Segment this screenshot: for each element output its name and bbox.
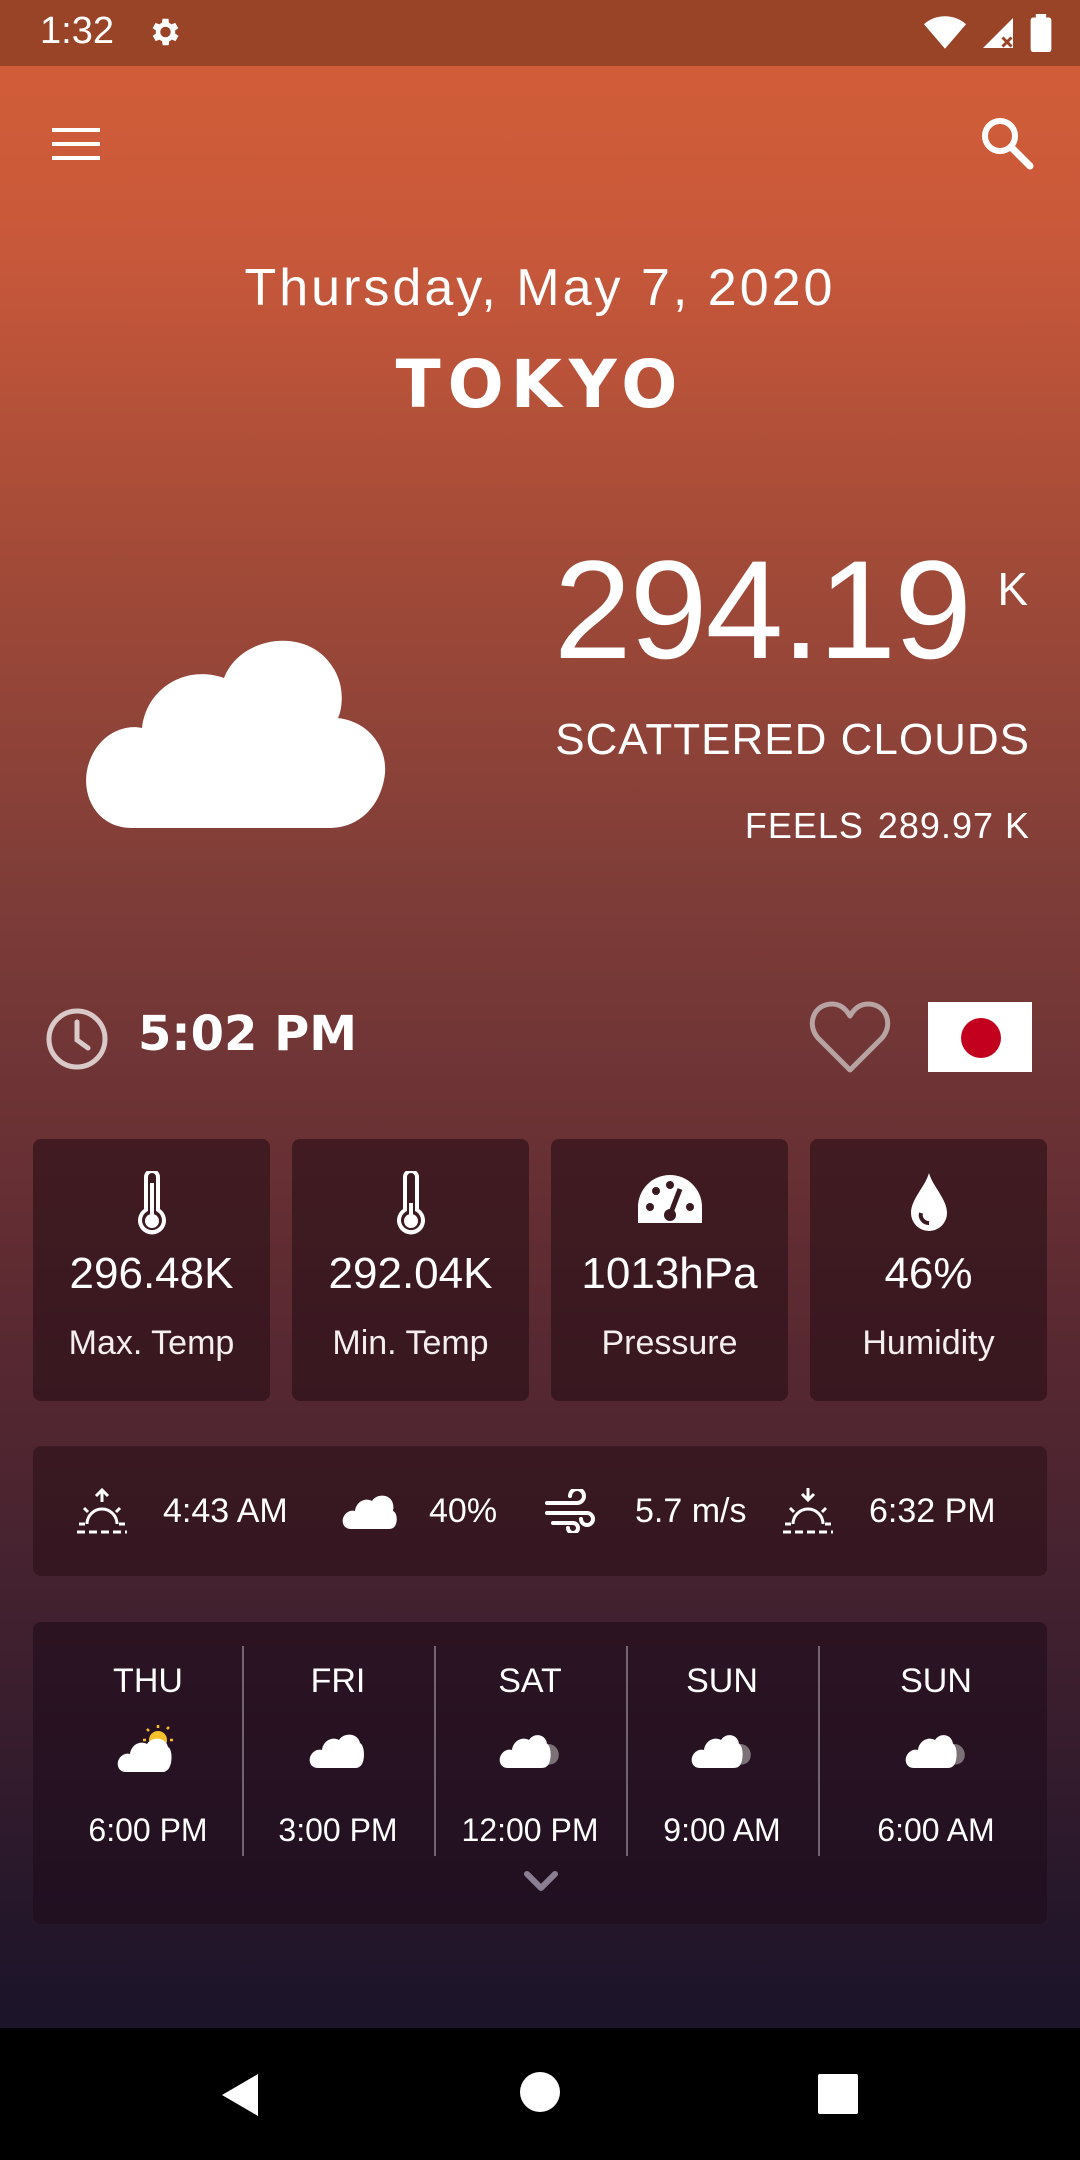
cloud-icon (342, 1495, 397, 1529)
stat-min-temp: 292.04K Min. Temp (292, 1139, 529, 1401)
forecast-time: 6:00 AM (877, 1812, 995, 1848)
date-label: Thursday, May 7, 2020 (244, 259, 836, 317)
cloudiness-item: 40% (341, 1446, 497, 1576)
forecast-day: SUN (900, 1662, 972, 1700)
city-name: TOKYO (395, 346, 685, 423)
back-icon[interactable] (218, 2072, 262, 2118)
sunset-time: 6:32 PM (869, 1491, 996, 1530)
clouds-icon (499, 1735, 559, 1768)
sunrise-time: 4:43 AM (163, 1491, 288, 1530)
partly-sunny-icon (117, 1725, 173, 1772)
temperature-unit: K (997, 563, 1028, 615)
min-temp-label: Min. Temp (332, 1324, 489, 1362)
forecast-item[interactable]: SUN 9:00 AM (627, 1622, 817, 1924)
status-bar: 1:32 (0, 0, 1080, 66)
wind-icon (545, 1489, 595, 1533)
status-time: 1:32 (40, 10, 114, 52)
wifi-icon (924, 16, 966, 49)
humidity-label: Humidity (862, 1324, 995, 1362)
clock-icon (46, 1008, 108, 1070)
signal-icon (983, 18, 1013, 48)
forecast-day: SUN (686, 1662, 758, 1700)
clouds-icon (691, 1735, 751, 1768)
clouds-icon (905, 1735, 965, 1768)
feels-like: FEELS 289.97 K (745, 805, 1030, 847)
battery-icon (1030, 14, 1052, 52)
cloudiness-value: 40% (429, 1491, 498, 1530)
forecast-time: 9:00 AM (663, 1812, 781, 1848)
wind-item: 5.7 m/s (543, 1446, 746, 1576)
stats-row: 296.48K Max. Temp 292.04K Min. Temp 1013… (33, 1139, 1047, 1401)
droplet-icon (910, 1173, 947, 1231)
pressure-label: Pressure (601, 1324, 738, 1362)
cloud-icon (309, 1734, 364, 1768)
home-icon[interactable] (520, 2072, 560, 2112)
details-bar: 4:43 AM 40% 5.7 m/s 6:32 PM (33, 1446, 1047, 1576)
forecast-item[interactable]: THU 6:00 PM (53, 1622, 243, 1924)
japan-flag (928, 1002, 1032, 1072)
pressure-value: 1013hPa (581, 1249, 758, 1298)
stat-max-temp: 296.48K Max. Temp (33, 1139, 270, 1401)
sunrise-item: 4:43 AM (75, 1446, 288, 1576)
current-temperature: 294.19 (553, 531, 972, 688)
forecast-time: 6:00 PM (88, 1812, 208, 1848)
stat-pressure: 1013hPa Pressure (551, 1139, 788, 1401)
sunset-item: 6:32 PM (781, 1446, 996, 1576)
weather-condition: SCATTERED CLOUDS (555, 715, 1030, 764)
forecast-divider (818, 1646, 820, 1856)
sunset-icon (783, 1488, 833, 1534)
forecast-time: 3:00 PM (278, 1812, 398, 1848)
stat-humidity: 46% Humidity (810, 1139, 1047, 1401)
forecast-day: FRI (310, 1662, 366, 1700)
forecast-day: THU (113, 1662, 183, 1700)
humidity-value: 46% (884, 1249, 973, 1298)
settings-gear-icon (152, 18, 179, 46)
cloud-icon (86, 640, 386, 828)
feels-value: 289.97 K (877, 805, 1030, 846)
feels-label: FEELS (744, 805, 864, 846)
forecast-item[interactable]: SUN 6:00 AM (841, 1622, 1031, 1924)
sunrise-icon (77, 1487, 127, 1534)
max-temp-value: 296.48K (69, 1249, 234, 1298)
thermometer-icon (137, 1171, 166, 1235)
chevron-down-icon[interactable] (523, 1870, 559, 1894)
min-temp-value: 292.04K (328, 1249, 493, 1298)
thermometer-icon (396, 1171, 425, 1235)
recent-apps-icon[interactable] (818, 2074, 858, 2114)
forecast-day: SAT (498, 1662, 562, 1700)
forecast-panel: THU 6:00 PM FRI 3:00 PM SAT 12:00 PM SUN… (33, 1622, 1047, 1924)
gauge-icon (637, 1175, 702, 1223)
menu-button[interactable] (48, 120, 108, 168)
flag-circle (961, 1018, 1001, 1058)
local-time: 5:02 PM (138, 1006, 358, 1062)
navigation-bar (0, 2028, 1080, 2160)
wind-speed: 5.7 m/s (635, 1491, 747, 1530)
forecast-item[interactable]: FRI 3:00 PM (243, 1622, 433, 1924)
search-button[interactable] (976, 112, 1038, 174)
favorite-heart-icon[interactable] (808, 1000, 892, 1076)
forecast-time: 12:00 PM (461, 1812, 599, 1848)
max-temp-label: Max. Temp (68, 1324, 235, 1362)
